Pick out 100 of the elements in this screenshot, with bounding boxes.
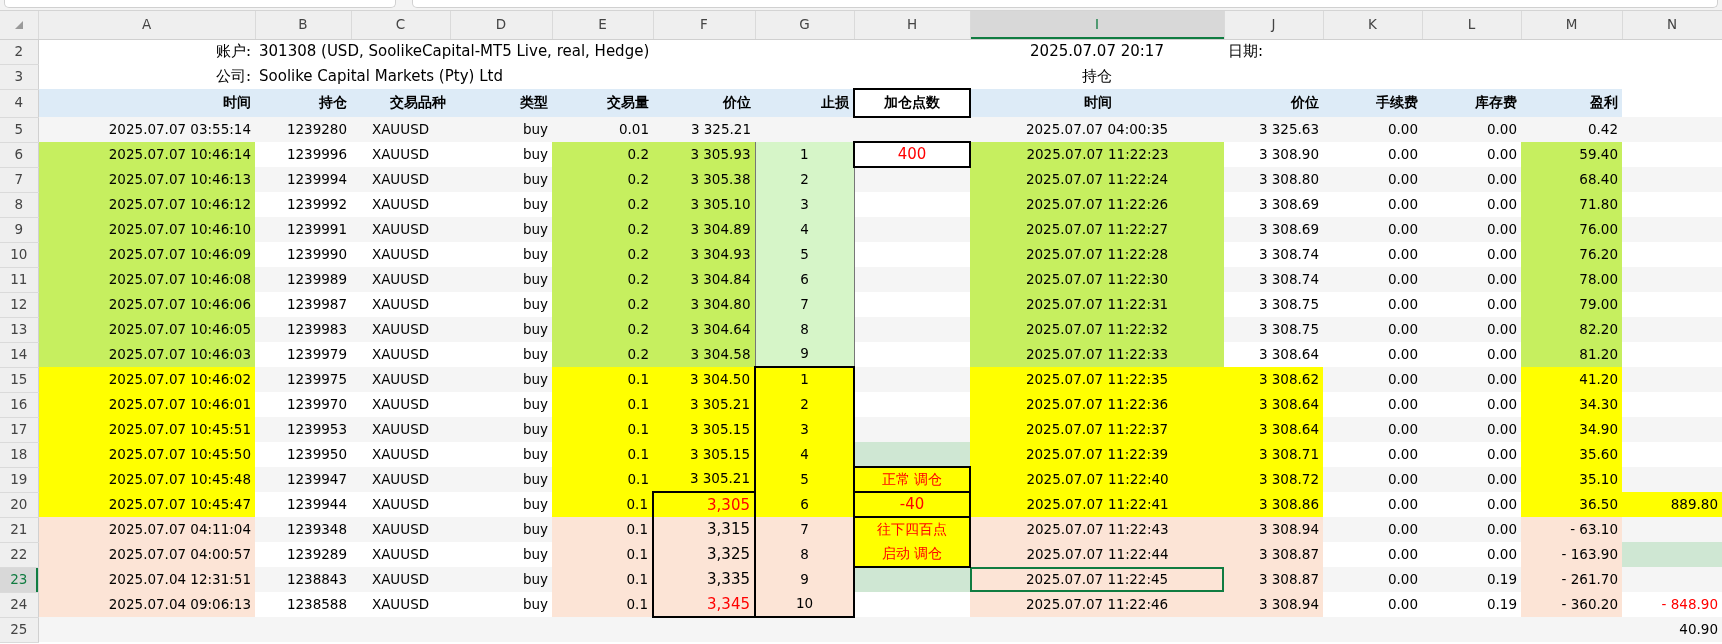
column-header[interactable]: E (552, 11, 653, 39)
table-cell: 2025.07.07 11:22:46 (970, 592, 1224, 617)
table-cell: 0.00 (1323, 192, 1422, 217)
table-cell: XAUUSD (351, 492, 450, 517)
table-cell: 0.42 (1521, 117, 1622, 142)
table-cell: buy (450, 267, 552, 292)
table-cell: 0.2 (552, 142, 653, 167)
row-header[interactable]: 21 (0, 517, 38, 542)
column-header[interactable]: N (1622, 11, 1722, 39)
table-cell: 0.00 (1422, 292, 1521, 317)
field-label: 日期: (1224, 39, 1323, 64)
row-header[interactable]: 11 (0, 267, 38, 292)
row-header[interactable]: 4 (0, 89, 38, 117)
column-header[interactable]: H (854, 11, 970, 39)
table-cell: 2025.07.07 10:45:51 (38, 417, 255, 442)
column-title: 价位 (1224, 89, 1323, 117)
column-header[interactable]: C (351, 11, 450, 39)
table-cell: 0.00 (1422, 517, 1521, 542)
table-cell: 1239979 (255, 342, 351, 367)
table-cell: 3 308.69 (1224, 192, 1323, 217)
row-header[interactable]: 7 (0, 167, 38, 192)
table-cell: 0.00 (1422, 192, 1521, 217)
row-header[interactable]: 3 (0, 64, 38, 89)
table-cell: 1239289 (255, 542, 351, 567)
column-header[interactable]: G (755, 11, 854, 39)
section-title: 持仓 (970, 64, 1224, 89)
table-cell: 3 308.87 (1224, 567, 1323, 592)
row-header[interactable]: 5 (0, 117, 38, 142)
column-header[interactable]: K (1323, 11, 1422, 39)
column-header[interactable]: A (38, 11, 255, 39)
row-header[interactable]: 18 (0, 442, 38, 467)
table-cell: XAUUSD (351, 567, 450, 592)
row-header[interactable]: 17 (0, 417, 38, 442)
row-header[interactable]: 6 (0, 142, 38, 167)
row-header[interactable]: 12 (0, 292, 38, 317)
column-header[interactable]: L (1422, 11, 1521, 39)
table-cell: buy (450, 492, 552, 517)
table-cell: 1239996 (255, 142, 351, 167)
row-header[interactable]: 25 (0, 617, 38, 642)
row-header[interactable]: 13 (0, 317, 38, 342)
column-title: 库存费 (1422, 89, 1521, 117)
table-cell: XAUUSD (351, 142, 450, 167)
table-cell: 0.19 (1422, 567, 1521, 592)
table-cell: 0.00 (1323, 467, 1422, 492)
table-cell: 34.90 (1521, 417, 1622, 442)
report-time: 2025.07.07 20:17 (970, 39, 1224, 64)
row-header[interactable]: 19 (0, 467, 38, 492)
table-cell: 0.1 (552, 592, 653, 617)
column-title: 手续费 (1323, 89, 1422, 117)
table-cell: 1239990 (255, 242, 351, 267)
row-header[interactable]: 22 (0, 542, 38, 567)
name-box[interactable] (4, 0, 396, 8)
table-cell: buy (450, 367, 552, 392)
table-cell: 3 305.15 (653, 417, 755, 442)
table-cell: 2025.07.07 04:00:57 (38, 542, 255, 567)
row-header[interactable]: 10 (0, 242, 38, 267)
table-cell: 0.2 (552, 192, 653, 217)
table-cell: 2025.07.07 10:45:48 (38, 467, 255, 492)
table-cell: 0.1 (552, 367, 653, 392)
table-cell: 3 308.74 (1224, 242, 1323, 267)
row-header[interactable]: 9 (0, 217, 38, 242)
column-header[interactable]: B (255, 11, 351, 39)
column-header[interactable]: I (970, 11, 1224, 39)
formula-bar[interactable] (412, 0, 1718, 8)
column-header[interactable]: D (450, 11, 552, 39)
table-cell: 1238843 (255, 567, 351, 592)
table-cell: 2025.07.07 11:22:35 (970, 367, 1224, 392)
table-cell: 2025.07.07 10:46:03 (38, 342, 255, 367)
table-cell: 5 (755, 242, 854, 267)
table-cell: 889.80 (1622, 492, 1722, 517)
table-cell: XAUUSD (351, 192, 450, 217)
row-header[interactable]: 2 (0, 39, 38, 64)
row-header[interactable]: 20 (0, 492, 38, 517)
select-all-icon[interactable] (13, 20, 24, 30)
table-cell: 2025.07.07 11:22:39 (970, 442, 1224, 467)
table-cell: 2025.07.07 11:22:36 (970, 392, 1224, 417)
row-header[interactable]: 8 (0, 192, 38, 217)
field-value: Soolike Capital Markets (Pty) Ltd (255, 64, 970, 89)
column-header[interactable]: F (653, 11, 755, 39)
table-cell: 0.1 (552, 392, 653, 417)
table-cell: 0.00 (1422, 317, 1521, 342)
table-cell: 78.00 (1521, 267, 1622, 292)
field-label: 账户: (38, 39, 255, 64)
table-cell: 2025.07.07 11:22:40 (970, 467, 1224, 492)
column-header[interactable]: J (1224, 11, 1323, 39)
table-cell: 0.1 (552, 417, 653, 442)
row-header[interactable]: 15 (0, 367, 38, 392)
row-header[interactable]: 24 (0, 592, 38, 617)
table-cell: 0.00 (1422, 467, 1521, 492)
row-header[interactable]: 23 (0, 567, 38, 592)
table-cell: 1239953 (255, 417, 351, 442)
column-header[interactable]: M (1521, 11, 1622, 39)
table-cell: 0.00 (1323, 592, 1422, 617)
table-cell: 0.2 (552, 242, 653, 267)
table-cell: 1 (755, 367, 854, 392)
row-header[interactable]: 16 (0, 392, 38, 417)
table-cell: buy (450, 542, 552, 567)
table-cell: 0.00 (1422, 392, 1521, 417)
row-header[interactable]: 14 (0, 342, 38, 367)
table-cell: 3 308.75 (1224, 292, 1323, 317)
